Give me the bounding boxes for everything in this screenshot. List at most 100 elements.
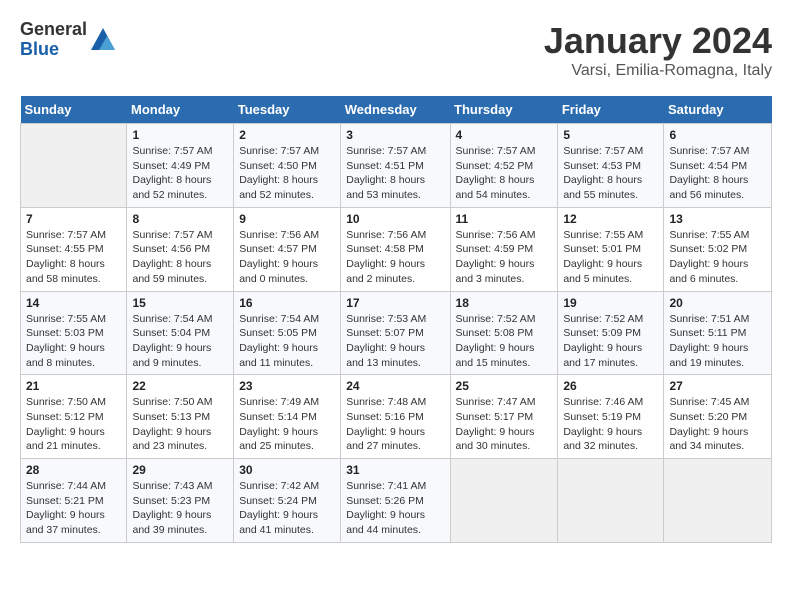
week-row-4: 21 Sunrise: 7:50 AMSunset: 5:12 PMDayligh… xyxy=(21,375,772,459)
title-block: January 2024 Varsi, Emilia-Romagna, Ital… xyxy=(544,20,772,80)
day-number: 9 xyxy=(239,212,335,226)
week-row-3: 14Sunrise: 7:55 AMSunset: 5:03 PMDayligh… xyxy=(21,291,772,375)
day-number: 7 xyxy=(26,212,121,226)
day-number: 21 xyxy=(26,379,121,393)
day-number: 22 xyxy=(132,379,228,393)
calendar-cell xyxy=(450,459,558,543)
day-number: 27 xyxy=(669,379,766,393)
day-detail: Sunrise: 7:42 AMSunset: 5:24 PMDaylight:… xyxy=(239,480,319,536)
day-detail: Sunrise: 7:55 AMSunset: 5:01 PMDaylight:… xyxy=(563,229,643,285)
day-number: 23 xyxy=(239,379,335,393)
day-number: 30 xyxy=(239,463,335,477)
day-detail: Sunrise: 7:57 AMSunset: 4:52 PMDaylight:… xyxy=(456,145,536,201)
day-header-sunday: Sunday xyxy=(21,96,127,124)
day-detail: Sunrise: 7:46 AMSunset: 5:19 PMDaylight:… xyxy=(563,396,643,452)
calendar-cell: 19 Sunrise: 7:52 AMSunset: 5:09 PMDayligh… xyxy=(558,291,664,375)
day-number: 25 xyxy=(456,379,553,393)
day-number: 14 xyxy=(26,296,121,310)
calendar-cell: 14Sunrise: 7:55 AMSunset: 5:03 PMDayligh… xyxy=(21,291,127,375)
day-number: 10 xyxy=(346,212,444,226)
page-header: General Blue January 2024 Varsi, Emilia-… xyxy=(20,20,772,80)
day-detail: Sunrise: 7:51 AMSunset: 5:11 PMDaylight:… xyxy=(669,313,749,369)
calendar-table: SundayMondayTuesdayWednesdayThursdayFrid… xyxy=(20,96,772,543)
calendar-cell: 31 Sunrise: 7:41 AMSunset: 5:26 PMDayligh… xyxy=(341,459,450,543)
day-number: 28 xyxy=(26,463,121,477)
day-number: 1 xyxy=(132,128,228,142)
header-row: SundayMondayTuesdayWednesdayThursdayFrid… xyxy=(21,96,772,124)
calendar-cell: 22 Sunrise: 7:50 AMSunset: 5:13 PMDayligh… xyxy=(127,375,234,459)
day-number: 15 xyxy=(132,296,228,310)
day-number: 11 xyxy=(456,212,553,226)
calendar-cell: 15 Sunrise: 7:54 AMSunset: 5:04 PMDayligh… xyxy=(127,291,234,375)
calendar-cell: 2 Sunrise: 7:57 AMSunset: 4:50 PMDaylight… xyxy=(234,124,341,208)
day-detail: Sunrise: 7:56 AMSunset: 4:59 PMDaylight:… xyxy=(456,229,536,285)
calendar-cell: 9 Sunrise: 7:56 AMSunset: 4:57 PMDaylight… xyxy=(234,207,341,291)
day-number: 13 xyxy=(669,212,766,226)
calendar-cell xyxy=(664,459,772,543)
logo-blue-text: Blue xyxy=(20,40,87,60)
calendar-cell: 10 Sunrise: 7:56 AMSunset: 4:58 PMDayligh… xyxy=(341,207,450,291)
day-detail: Sunrise: 7:57 AMSunset: 4:50 PMDaylight:… xyxy=(239,145,319,201)
calendar-cell: 4Sunrise: 7:57 AMSunset: 4:52 PMDaylight… xyxy=(450,124,558,208)
calendar-cell: 6Sunrise: 7:57 AMSunset: 4:54 PMDaylight… xyxy=(664,124,772,208)
day-number: 29 xyxy=(132,463,228,477)
day-detail: Sunrise: 7:43 AMSunset: 5:23 PMDaylight:… xyxy=(132,480,212,536)
calendar-cell: 30 Sunrise: 7:42 AMSunset: 5:24 PMDayligh… xyxy=(234,459,341,543)
day-number: 16 xyxy=(239,296,335,310)
day-detail: Sunrise: 7:41 AMSunset: 5:26 PMDaylight:… xyxy=(346,480,426,536)
calendar-cell: 3 Sunrise: 7:57 AMSunset: 4:51 PMDaylight… xyxy=(341,124,450,208)
day-number: 19 xyxy=(563,296,658,310)
day-detail: Sunrise: 7:45 AMSunset: 5:20 PMDaylight:… xyxy=(669,396,749,452)
day-detail: Sunrise: 7:56 AMSunset: 4:58 PMDaylight:… xyxy=(346,229,426,285)
day-detail: Sunrise: 7:56 AMSunset: 4:57 PMDaylight:… xyxy=(239,229,319,285)
day-detail: Sunrise: 7:55 AMSunset: 5:02 PMDaylight:… xyxy=(669,229,749,285)
day-detail: Sunrise: 7:54 AMSunset: 5:05 PMDaylight:… xyxy=(239,313,319,369)
calendar-cell: 20Sunrise: 7:51 AMSunset: 5:11 PMDayligh… xyxy=(664,291,772,375)
day-detail: Sunrise: 7:57 AMSunset: 4:55 PMDaylight:… xyxy=(26,229,106,285)
subtitle: Varsi, Emilia-Romagna, Italy xyxy=(544,62,772,80)
calendar-cell xyxy=(21,124,127,208)
day-detail: Sunrise: 7:44 AMSunset: 5:21 PMDaylight:… xyxy=(26,480,106,536)
logo-general-text: General xyxy=(20,20,87,40)
day-header-saturday: Saturday xyxy=(664,96,772,124)
calendar-cell: 18Sunrise: 7:52 AMSunset: 5:08 PMDayligh… xyxy=(450,291,558,375)
calendar-cell: 28 Sunrise: 7:44 AMSunset: 5:21 PMDayligh… xyxy=(21,459,127,543)
week-row-1: 1Sunrise: 7:57 AMSunset: 4:49 PMDaylight… xyxy=(21,124,772,208)
day-detail: Sunrise: 7:52 AMSunset: 5:09 PMDaylight:… xyxy=(563,313,643,369)
day-header-tuesday: Tuesday xyxy=(234,96,341,124)
day-detail: Sunrise: 7:54 AMSunset: 5:04 PMDaylight:… xyxy=(132,313,212,369)
calendar-cell: 17Sunrise: 7:53 AMSunset: 5:07 PMDayligh… xyxy=(341,291,450,375)
day-header-wednesday: Wednesday xyxy=(341,96,450,124)
day-number: 8 xyxy=(132,212,228,226)
day-header-friday: Friday xyxy=(558,96,664,124)
day-detail: Sunrise: 7:57 AMSunset: 4:56 PMDaylight:… xyxy=(132,229,212,285)
day-number: 3 xyxy=(346,128,444,142)
day-number: 6 xyxy=(669,128,766,142)
day-number: 2 xyxy=(239,128,335,142)
day-header-monday: Monday xyxy=(127,96,234,124)
day-number: 18 xyxy=(456,296,553,310)
main-title: January 2024 xyxy=(544,20,772,62)
calendar-cell: 11 Sunrise: 7:56 AMSunset: 4:59 PMDayligh… xyxy=(450,207,558,291)
day-number: 26 xyxy=(563,379,658,393)
day-number: 31 xyxy=(346,463,444,477)
calendar-cell: 23 Sunrise: 7:49 AMSunset: 5:14 PMDayligh… xyxy=(234,375,341,459)
calendar-cell: 27 Sunrise: 7:45 AMSunset: 5:20 PMDayligh… xyxy=(664,375,772,459)
day-detail: Sunrise: 7:50 AMSunset: 5:13 PMDaylight:… xyxy=(132,396,212,452)
calendar-cell: 21 Sunrise: 7:50 AMSunset: 5:12 PMDayligh… xyxy=(21,375,127,459)
week-row-5: 28 Sunrise: 7:44 AMSunset: 5:21 PMDayligh… xyxy=(21,459,772,543)
calendar-cell: 29 Sunrise: 7:43 AMSunset: 5:23 PMDayligh… xyxy=(127,459,234,543)
calendar-cell: 8 Sunrise: 7:57 AMSunset: 4:56 PMDaylight… xyxy=(127,207,234,291)
day-detail: Sunrise: 7:48 AMSunset: 5:16 PMDaylight:… xyxy=(346,396,426,452)
day-number: 5 xyxy=(563,128,658,142)
calendar-cell xyxy=(558,459,664,543)
day-detail: Sunrise: 7:50 AMSunset: 5:12 PMDaylight:… xyxy=(26,396,106,452)
week-row-2: 7 Sunrise: 7:57 AMSunset: 4:55 PMDaylight… xyxy=(21,207,772,291)
calendar-cell: 12 Sunrise: 7:55 AMSunset: 5:01 PMDayligh… xyxy=(558,207,664,291)
day-detail: Sunrise: 7:49 AMSunset: 5:14 PMDaylight:… xyxy=(239,396,319,452)
calendar-cell: 26 Sunrise: 7:46 AMSunset: 5:19 PMDayligh… xyxy=(558,375,664,459)
day-detail: Sunrise: 7:57 AMSunset: 4:53 PMDaylight:… xyxy=(563,145,643,201)
day-detail: Sunrise: 7:57 AMSunset: 4:51 PMDaylight:… xyxy=(346,145,426,201)
calendar-cell: 24Sunrise: 7:48 AMSunset: 5:16 PMDayligh… xyxy=(341,375,450,459)
day-number: 12 xyxy=(563,212,658,226)
